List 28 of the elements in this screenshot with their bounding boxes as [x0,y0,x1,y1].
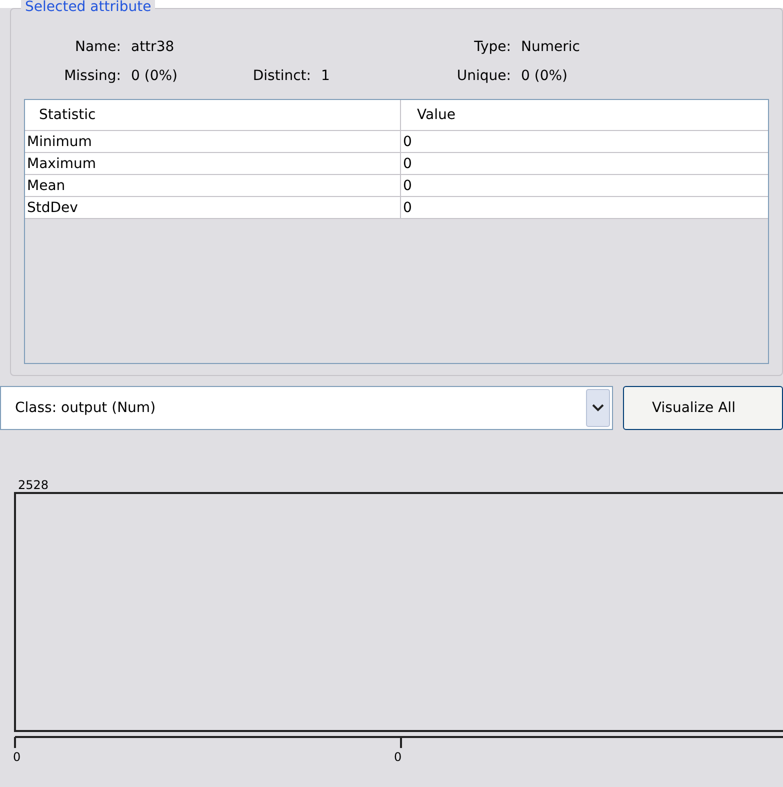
dropdown-value: Class: output (Num) [15,398,157,418]
axis-label: 0 [394,749,402,766]
field-label: Name: [74,38,122,57]
caret-icon [586,389,610,427]
count-label: 2528 [18,477,49,494]
group-title: Selected attribute [21,0,156,14]
table-cell-text: 0 [402,177,413,196]
table-cell: Minimum [25,131,401,152]
table-cell: StdDev [25,197,401,218]
class-dropdown[interactable]: Class: output (Num) [0,386,613,430]
field-label: Distinct: [252,67,312,86]
table-cell-text: 0 [402,133,413,152]
table-cell-text: 0 [402,199,413,218]
table-cell: Maximum [25,153,401,174]
field-label: Missing: [63,67,122,86]
field-value: 0 (0%) [521,67,568,86]
field-value: attr38 [131,38,176,57]
table-cell: Mean [25,175,401,196]
field-value: 1 [321,67,331,86]
axis-label: 0 [13,749,21,766]
column-header[interactable]: Statistic [25,100,401,130]
field-label: Unique: [456,67,512,86]
table-cell-text: 0 [402,155,413,174]
field-value: Numeric [521,38,581,57]
field-value: 0 (0%) [131,67,178,86]
column-header[interactable]: Value [401,100,768,130]
visualize-all-button[interactable]: Visualize All [623,386,783,430]
field-label: Type: [473,38,512,57]
